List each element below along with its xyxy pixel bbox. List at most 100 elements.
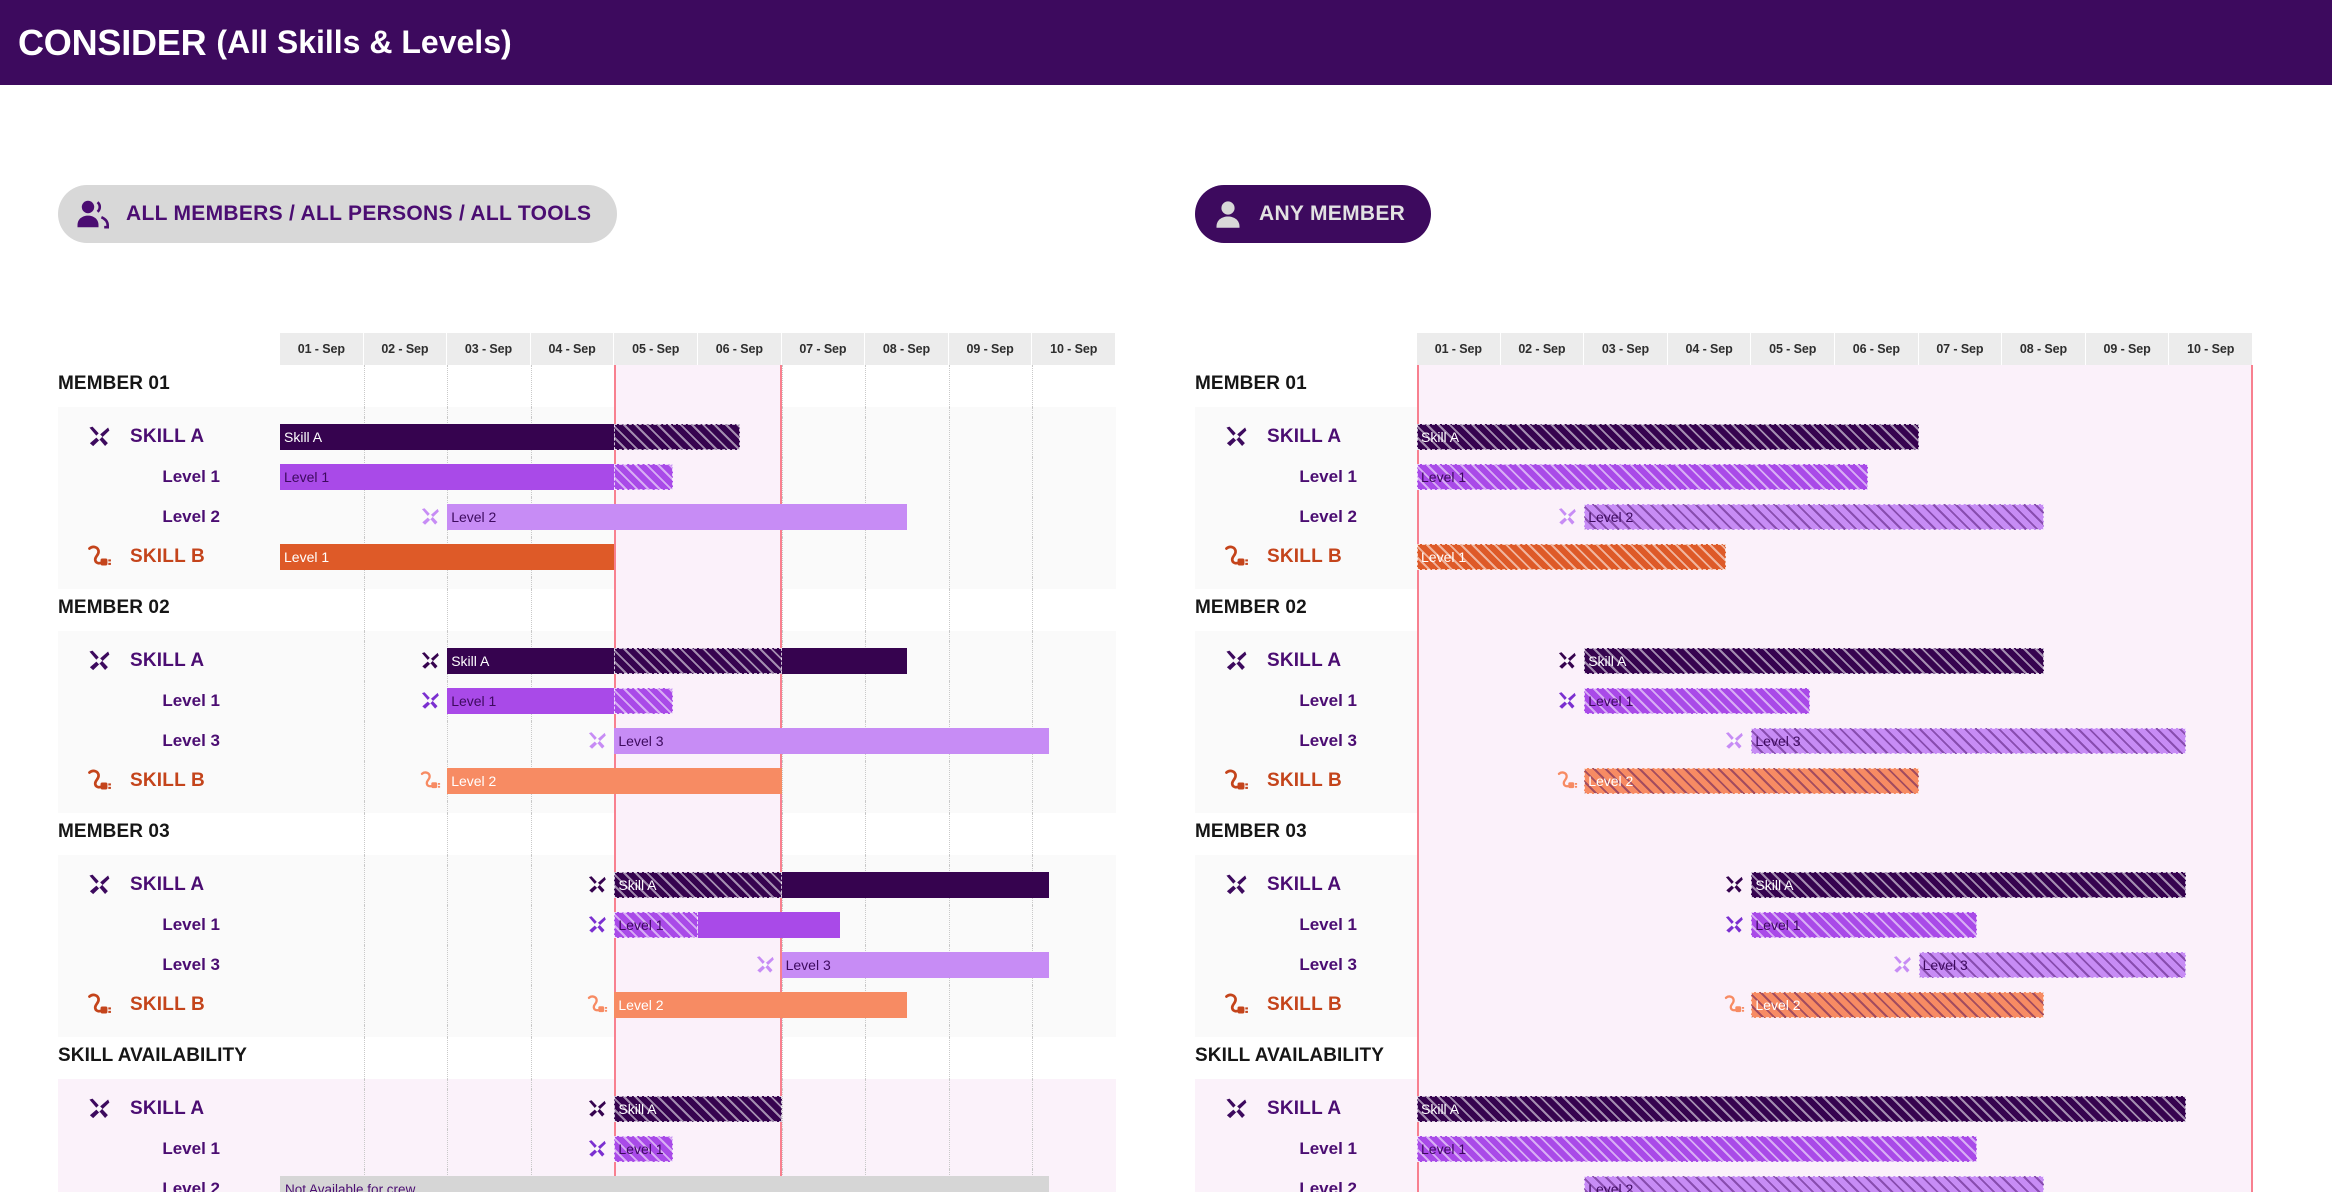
timeline-column-header[interactable]: 10 - Sep	[2169, 333, 2253, 365]
timeline-column-header[interactable]: 04 - Sep	[530, 333, 615, 365]
timeline-column-header[interactable]: 01 - Sep	[1417, 333, 1501, 365]
gantt-row[interactable]: SKILL A Skill A	[58, 417, 1136, 457]
row-track[interactable]: Skill A	[280, 417, 1116, 457]
timeline-column-header[interactable]: 07 - Sep	[781, 333, 866, 365]
gantt-row[interactable]: SKILL A Skill A	[1195, 865, 2273, 905]
timeline-column-header[interactable]: 02 - Sep	[363, 333, 448, 365]
row-track[interactable]: Level 1	[280, 681, 1116, 721]
gantt-bar[interactable]: Skill A	[614, 872, 1050, 898]
gantt-bar[interactable]: Level 2	[447, 504, 907, 530]
row-track[interactable]: Skill A	[1417, 865, 2253, 905]
gantt-bar[interactable]: Level 1	[1417, 1136, 1978, 1162]
gantt-row[interactable]: SKILL A Skill A	[1195, 1089, 2273, 1129]
gantt-row[interactable]: Level 1 Level 1	[58, 681, 1136, 721]
gantt-bar[interactable]: Skill A	[280, 424, 740, 450]
gantt-row[interactable]: Level 1 Level 1	[1195, 905, 2273, 945]
row-track[interactable]: Level 2	[280, 497, 1116, 537]
gantt-row[interactable]: Level 1 Level 1	[1195, 681, 2273, 721]
gantt-bar[interactable]: Level 2	[1751, 992, 2044, 1018]
gantt-bar[interactable]: Skill A	[1751, 872, 2187, 898]
gantt-row[interactable]: SKILL A Skill A	[58, 1089, 1136, 1129]
gantt-bar[interactable]: Skill A	[614, 1096, 782, 1122]
row-track[interactable]: Skill A	[1417, 641, 2253, 681]
row-track[interactable]: Level 2	[1417, 761, 2253, 801]
timeline-column-header[interactable]: 10 - Sep	[1032, 333, 1116, 365]
gantt-row[interactable]: SKILL A Skill A	[1195, 641, 2273, 681]
gantt-row[interactable]: Level 1 Level 1	[58, 905, 1136, 945]
row-track[interactable]: Level 1	[1417, 681, 2253, 721]
gantt-row[interactable]: SKILL B Level 2	[58, 761, 1136, 801]
gantt-bar[interactable]: Not Available for crew	[280, 1176, 1050, 1192]
gantt-bar[interactable]: Level 3	[781, 952, 1050, 978]
gantt-row[interactable]: Level 3 Level 3	[1195, 945, 2273, 985]
gantt-row[interactable]: Level 2 Level 2	[1195, 1169, 2273, 1192]
gantt-row[interactable]: Level 1 Level 1	[1195, 457, 2273, 497]
row-track[interactable]: Level 1	[280, 1129, 1116, 1169]
gantt-bar[interactable]: Skill A	[1417, 424, 1919, 450]
gantt-row[interactable]: Level 1 Level 1	[58, 1129, 1136, 1169]
gantt-row[interactable]: SKILL B Level 2	[1195, 985, 2273, 1025]
gantt-row[interactable]: SKILL A Skill A	[1195, 417, 2273, 457]
row-track[interactable]: Level 3	[280, 721, 1116, 761]
row-track[interactable]: Level 1	[280, 537, 1116, 577]
row-track[interactable]: Level 2	[280, 761, 1116, 801]
row-track[interactable]: Level 1	[1417, 905, 2253, 945]
row-track[interactable]: Level 2	[1417, 497, 2253, 537]
row-track[interactable]: Level 3	[1417, 721, 2253, 761]
gantt-row[interactable]: Level 2 Not Available for crew	[58, 1169, 1136, 1192]
row-track[interactable]: Level 3	[280, 945, 1116, 985]
gantt-row[interactable]: SKILL B Level 2	[1195, 761, 2273, 801]
timeline-column-header[interactable]: 03 - Sep	[1584, 333, 1668, 365]
row-track[interactable]: Skill A	[280, 865, 1116, 905]
gantt-row[interactable]: SKILL A Skill A	[58, 865, 1136, 905]
gantt-bar[interactable]: Level 3	[1918, 952, 2187, 978]
row-track[interactable]: Level 2	[1417, 985, 2253, 1025]
gantt-row[interactable]: Level 1 Level 1	[1195, 1129, 2273, 1169]
row-track[interactable]: Level 1	[1417, 1129, 2253, 1169]
gantt-bar[interactable]: Skill A	[1584, 648, 2044, 674]
gantt-row[interactable]: SKILL A Skill A	[58, 641, 1136, 681]
row-track[interactable]: Level 1	[1417, 457, 2253, 497]
row-track[interactable]: Level 1	[280, 905, 1116, 945]
row-track[interactable]: Level 1	[1417, 537, 2253, 577]
timeline-column-header[interactable]: 08 - Sep	[865, 333, 949, 365]
gantt-row[interactable]: SKILL B Level 2	[58, 985, 1136, 1025]
filter-any-member-button[interactable]: ANY MEMBER	[1195, 185, 1432, 243]
gantt-row[interactable]: Level 3 Level 3	[58, 721, 1136, 761]
timeline-column-header[interactable]: 05 - Sep	[614, 333, 698, 365]
row-track[interactable]: Skill A	[280, 641, 1116, 681]
gantt-chart-any-member[interactable]: 01 - Sep 02 - Sep 03 - Sep 04 - Sep 05 - Sep…	[1195, 333, 2273, 1192]
gantt-bar[interactable]: Level 2	[614, 992, 907, 1018]
timeline-column-header[interactable]: 04 - Sep	[1667, 333, 1752, 365]
timeline-column-header[interactable]: 09 - Sep	[2085, 333, 2170, 365]
gantt-row[interactable]: Level 1 Level 1	[58, 457, 1136, 497]
gantt-bar[interactable]: Skill A	[1417, 1096, 2187, 1122]
timeline-column-header[interactable]: 03 - Sep	[447, 333, 531, 365]
gantt-bar[interactable]: Level 3	[614, 728, 1050, 754]
timeline-column-header[interactable]: 06 - Sep	[698, 333, 782, 365]
gantt-bar[interactable]: Level 2	[447, 768, 782, 794]
gantt-row[interactable]: SKILL B Level 1	[1195, 537, 2273, 577]
gantt-bar[interactable]: Level 1	[1751, 912, 1978, 938]
gantt-bar[interactable]: Level 2	[1584, 504, 2044, 530]
timeline-column-header[interactable]: 09 - Sep	[948, 333, 1033, 365]
gantt-chart-all-members[interactable]: 01 - Sep 02 - Sep 03 - Sep 04 - Sep 05 - Sep…	[58, 333, 1136, 1192]
gantt-row[interactable]: Level 3 Level 3	[58, 945, 1136, 985]
row-track[interactable]: Level 1	[280, 457, 1116, 497]
gantt-row[interactable]: Level 3 Level 3	[1195, 721, 2273, 761]
filter-all-members-button[interactable]: ALL MEMBERS / ALL PERSONS / ALL TOOLS	[58, 185, 618, 243]
row-track[interactable]: Level 2	[1417, 1169, 2253, 1192]
gantt-bar[interactable]: Level 3	[1751, 728, 2187, 754]
timeline-column-header[interactable]: 08 - Sep	[2002, 333, 2086, 365]
timeline-column-header[interactable]: 07 - Sep	[1918, 333, 2003, 365]
timeline-column-header[interactable]: 05 - Sep	[1751, 333, 1835, 365]
row-track[interactable]: Not Available for crew	[280, 1169, 1116, 1192]
gantt-bar[interactable]: Level 1	[614, 1136, 673, 1162]
gantt-bar[interactable]: Level 1	[1584, 688, 1810, 714]
gantt-row[interactable]: SKILL B Level 1	[58, 537, 1136, 577]
timeline-column-header[interactable]: 06 - Sep	[1835, 333, 1919, 365]
row-track[interactable]: Skill A	[280, 1089, 1116, 1129]
gantt-bar[interactable]: Level 2	[1584, 768, 1919, 794]
gantt-bar[interactable]: Level 1	[614, 912, 841, 938]
timeline-column-header[interactable]: 01 - Sep	[280, 333, 364, 365]
